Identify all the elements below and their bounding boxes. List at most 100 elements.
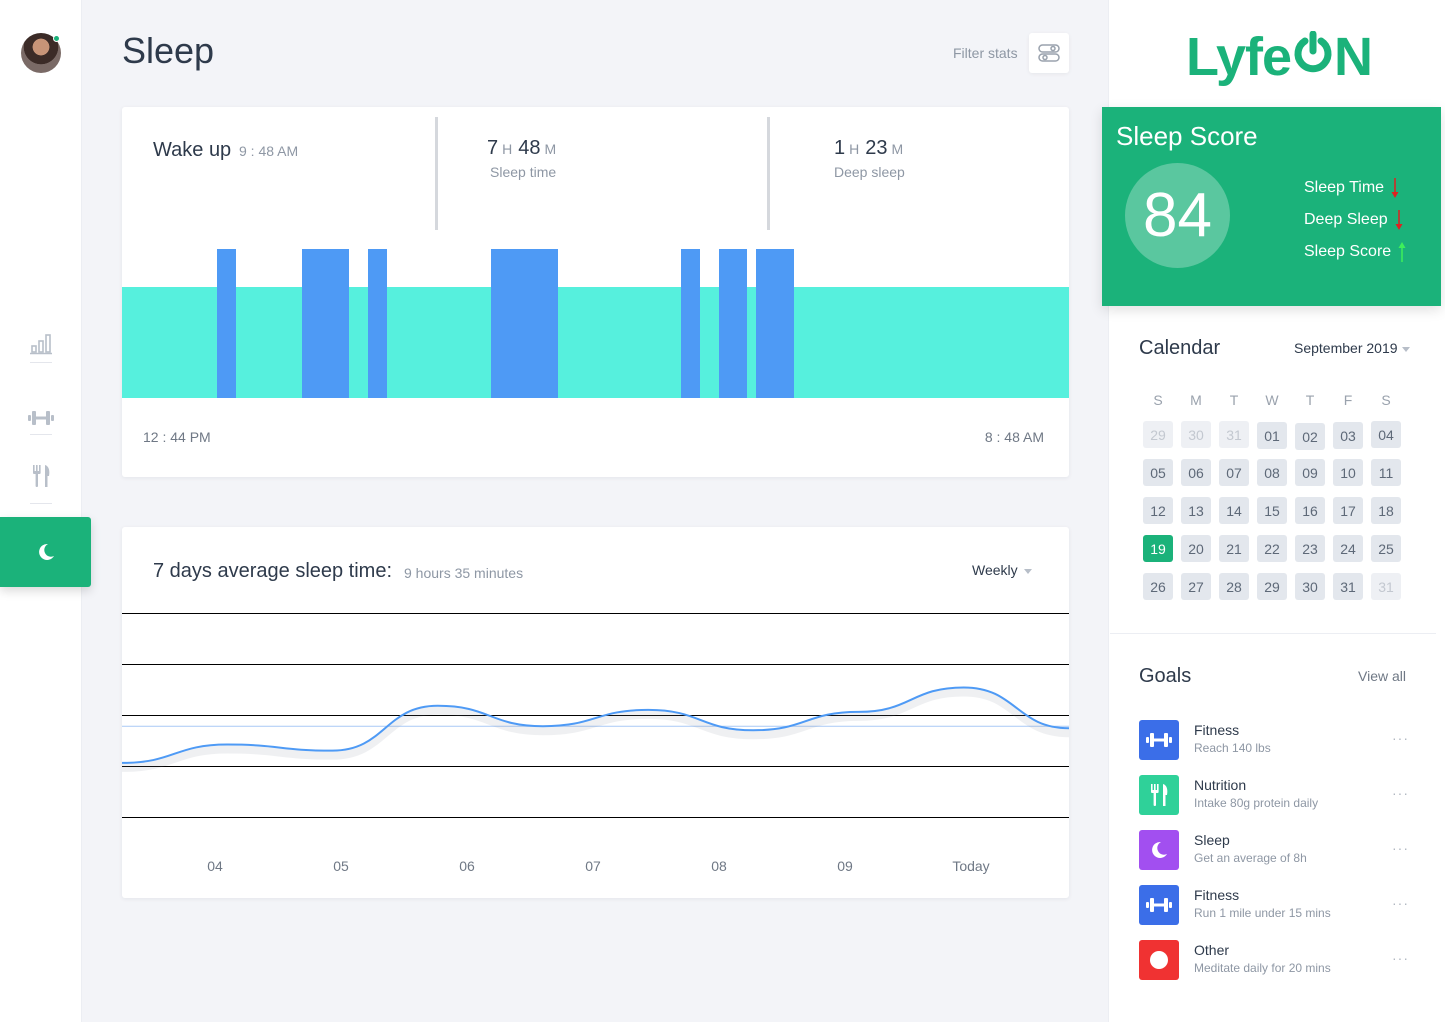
- goal-description: Meditate daily for 20 mins: [1194, 961, 1331, 975]
- x-tick-label: Today: [952, 858, 990, 874]
- calendar-day[interactable]: 30: [1295, 573, 1325, 600]
- calendar-title: Calendar: [1139, 337, 1221, 359]
- calendar-day[interactable]: 31: [1219, 421, 1249, 448]
- sleep-nav-item-active[interactable]: [0, 517, 91, 587]
- goal-name: Nutrition: [1194, 777, 1247, 793]
- sleep-score-card: Sleep Score 84 Sleep Time Deep Sleep Sleep…: [1102, 107, 1441, 306]
- more-options-icon[interactable]: ···: [1392, 785, 1409, 801]
- more-options-icon[interactable]: ···: [1392, 895, 1409, 911]
- goal-item[interactable]: Nutrition Intake 80g protein daily ···: [1139, 775, 1409, 815]
- chevron-down-icon: [1023, 568, 1032, 574]
- fitness-icon[interactable]: [28, 405, 54, 431]
- weekday-label: F: [1343, 392, 1353, 408]
- sleep-score-item: Deep Sleep: [1304, 209, 1404, 231]
- weekday-label: W: [1265, 392, 1279, 408]
- calendar-day[interactable]: 28: [1219, 573, 1249, 600]
- deep-sleep-bar: [301, 249, 350, 398]
- calendar-day[interactable]: 26: [1143, 573, 1173, 600]
- goal-item[interactable]: Sleep Get an average of 8h ···: [1139, 830, 1409, 870]
- average-sleep-label: 7 days average sleep time:: [153, 560, 393, 582]
- more-options-icon[interactable]: ···: [1392, 950, 1409, 966]
- filter-icon: [1038, 44, 1060, 62]
- nav-divider: [30, 434, 52, 435]
- period-dropdown[interactable]: Weekly: [972, 562, 1032, 578]
- calendar-day[interactable]: 19: [1143, 535, 1173, 562]
- more-options-icon[interactable]: ···: [1392, 840, 1409, 856]
- online-status-dot: [53, 35, 60, 42]
- fork-knife-icon: [1139, 775, 1179, 815]
- x-tick-label: 07: [585, 858, 601, 874]
- calendar-day[interactable]: 08: [1257, 459, 1287, 486]
- calendar-day[interactable]: 11: [1371, 459, 1401, 486]
- page-title: Sleep: [122, 30, 215, 71]
- calendar-day[interactable]: 29: [1257, 573, 1287, 600]
- calendar-day[interactable]: 05: [1143, 459, 1173, 486]
- sleep-score-item-label: Sleep Time: [1304, 179, 1385, 196]
- calendar-day[interactable]: 13: [1181, 497, 1211, 524]
- calendar-day[interactable]: 24: [1333, 535, 1363, 562]
- calendar-day[interactable]: 04: [1371, 421, 1401, 448]
- filter-stats-button[interactable]: [1029, 33, 1069, 73]
- goal-item[interactable]: Fitness Reach 140 lbs ···: [1139, 720, 1409, 760]
- calendar-day[interactable]: 06: [1181, 459, 1211, 486]
- calendar-day[interactable]: 01: [1257, 422, 1287, 449]
- period-dropdown-label: Weekly: [972, 562, 1018, 578]
- weekday-label: M: [1190, 392, 1202, 408]
- calendar-day[interactable]: 15: [1257, 497, 1287, 524]
- calendar-day[interactable]: 23: [1295, 535, 1325, 562]
- calendar-day[interactable]: 09: [1295, 459, 1325, 486]
- calendar-day[interactable]: 12: [1143, 497, 1173, 524]
- calendar-day[interactable]: 16: [1295, 497, 1325, 524]
- calendar-day[interactable]: 31: [1371, 573, 1401, 600]
- brand-name-suffix: N: [1334, 27, 1373, 87]
- deep-sleep-bar: [756, 249, 795, 398]
- goals-title: Goals: [1139, 665, 1192, 687]
- x-tick-label: 05: [333, 858, 349, 874]
- calendar-day[interactable]: 07: [1219, 459, 1249, 486]
- calendar-day[interactable]: 14: [1219, 497, 1249, 524]
- nutrition-icon[interactable]: [28, 463, 54, 489]
- stats-icon[interactable]: [28, 330, 54, 356]
- calendar-day[interactable]: 18: [1371, 497, 1401, 524]
- calendar-day[interactable]: 03: [1333, 422, 1363, 449]
- goal-name: Sleep: [1194, 832, 1230, 848]
- calendar-day[interactable]: 17: [1333, 497, 1363, 524]
- average-sleep-value: 9 hours 35 minutes: [404, 565, 524, 581]
- goal-name: Fitness: [1194, 722, 1240, 738]
- deep-sleep-bar: [368, 249, 388, 398]
- calendar-day[interactable]: 10: [1333, 459, 1363, 486]
- deep-sleep-stat: 1 H 23 M Deep sleep: [834, 137, 909, 180]
- minutes-unit: M: [544, 141, 557, 157]
- calendar-day[interactable]: 29: [1143, 421, 1173, 448]
- deep-sleep-minutes: 23: [865, 137, 888, 159]
- goal-item[interactable]: Other Meditate daily for 20 mins ···: [1139, 940, 1409, 980]
- deep-sleep-hours: 1: [834, 137, 846, 159]
- calendar-day[interactable]: 21: [1219, 535, 1249, 562]
- sleep-time-stat: 7 H 48 M Sleep time: [487, 137, 562, 180]
- sleep-time-caption: Sleep time: [490, 164, 557, 180]
- month-selector[interactable]: September 2019: [1294, 340, 1410, 356]
- nav-divider: [30, 503, 52, 504]
- brand-logo: Lyfe N: [1186, 26, 1373, 88]
- dumbbell-icon: [1139, 885, 1179, 925]
- x-tick-label: 04: [207, 858, 223, 874]
- trend-up-arrow-icon: [1398, 242, 1406, 262]
- calendar-day[interactable]: 30: [1181, 421, 1211, 448]
- calendar-day[interactable]: 02: [1295, 423, 1325, 450]
- goal-item[interactable]: Fitness Run 1 mile under 15 mins ···: [1139, 885, 1409, 925]
- x-tick-label: 09: [837, 858, 853, 874]
- sleep-start-time: 12 : 44 PM: [143, 429, 211, 445]
- moon-icon: [38, 543, 54, 560]
- calendar-day[interactable]: 25: [1371, 535, 1401, 562]
- calendar-day[interactable]: 31: [1333, 573, 1363, 600]
- view-all-goals-link[interactable]: View all: [1358, 668, 1406, 684]
- deep-sleep-bar: [718, 249, 748, 398]
- average-sleep-line-chart: [122, 686, 1069, 772]
- weekday-label: S: [1153, 392, 1163, 408]
- more-options-icon[interactable]: ···: [1392, 730, 1409, 746]
- stat-divider: [767, 117, 770, 230]
- calendar-day[interactable]: 27: [1181, 573, 1211, 600]
- calendar-day[interactable]: 22: [1257, 535, 1287, 562]
- calendar-day[interactable]: 20: [1181, 535, 1211, 562]
- sleep-score-item-label: Deep Sleep: [1304, 211, 1388, 228]
